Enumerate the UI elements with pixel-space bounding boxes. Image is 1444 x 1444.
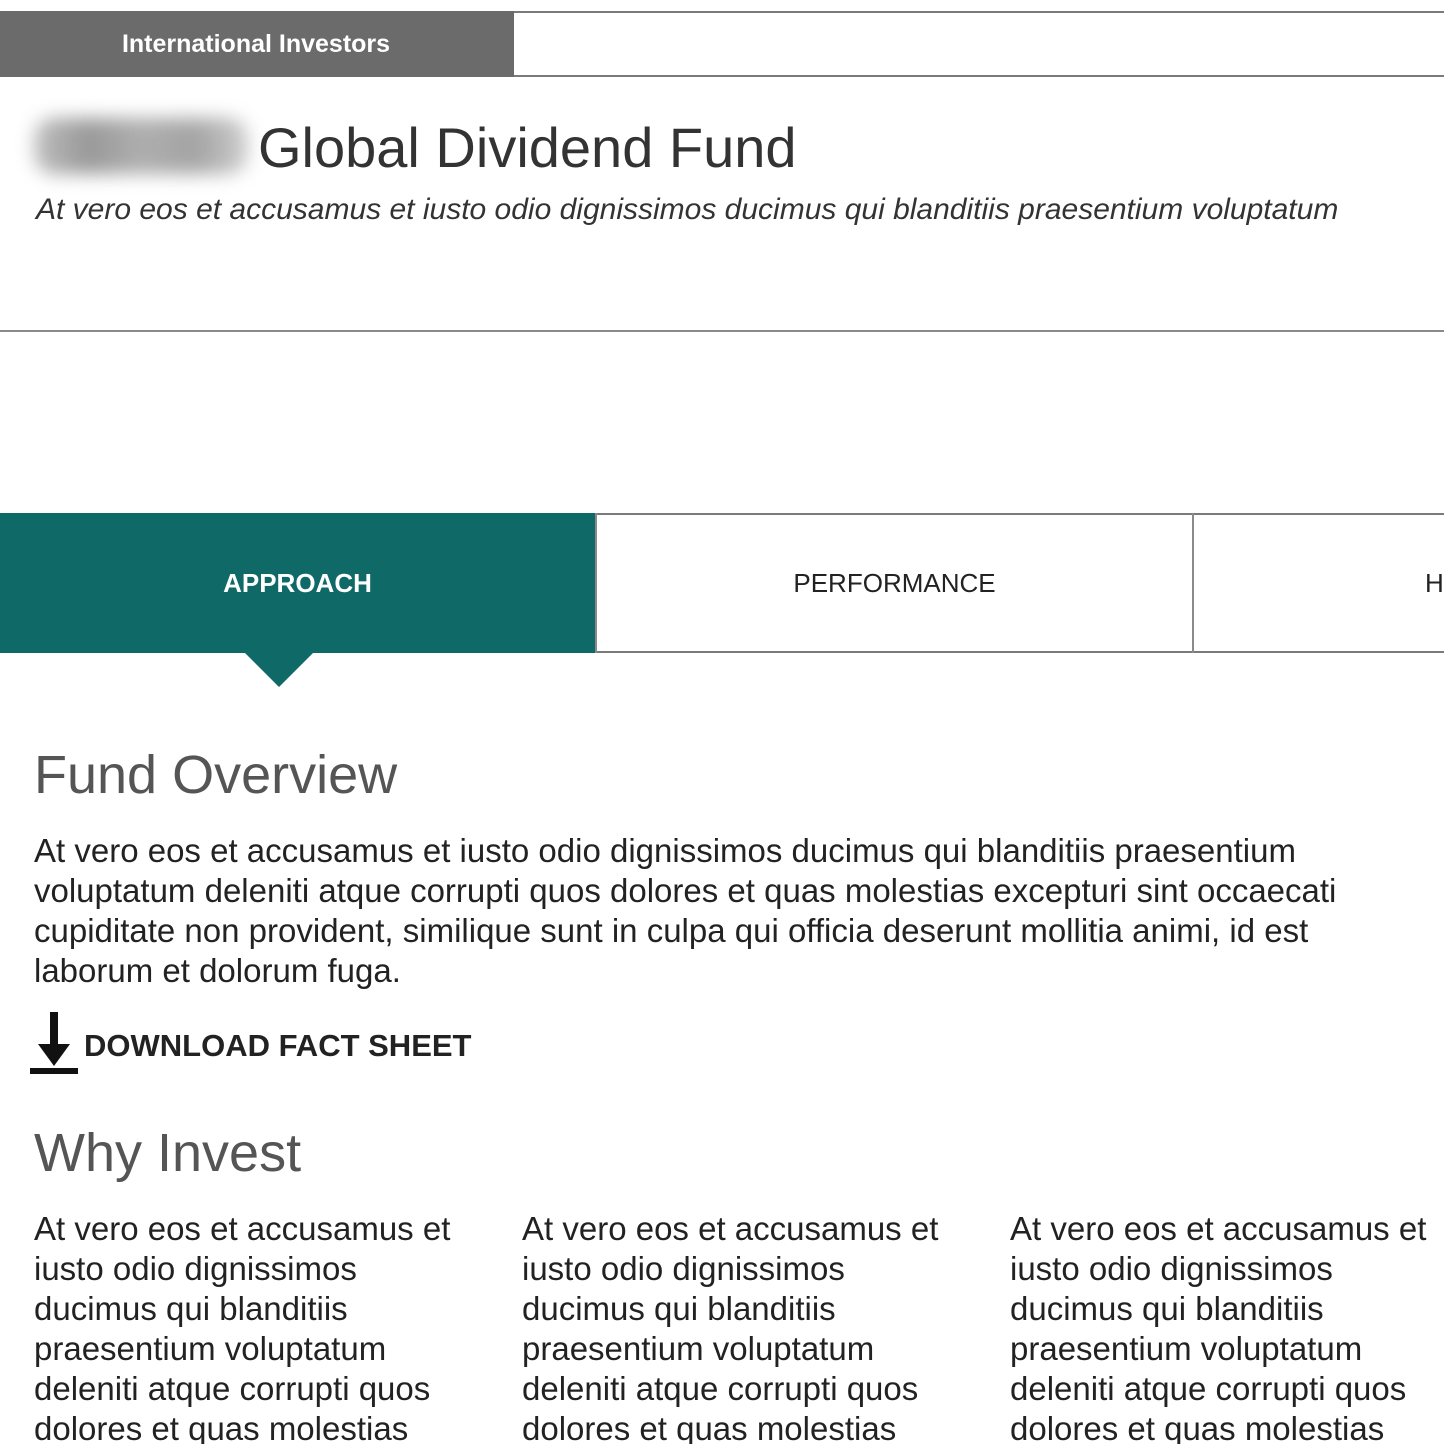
active-tab-pointer (243, 651, 315, 687)
international-investors-tab[interactable]: International Investors (0, 11, 514, 77)
fund-subtitle: At vero eos et accusamus et iusto odio d… (36, 193, 1339, 226)
page: International Investors Global Dividend … (0, 0, 1444, 1444)
tab-approach[interactable]: APPROACH (0, 513, 595, 653)
section-tabs: APPROACH PERFORMANCE H (0, 513, 1444, 653)
company-logo (34, 118, 248, 174)
download-arrow-icon (30, 1012, 78, 1074)
header-divider (0, 330, 1444, 332)
fund-title: Global Dividend Fund (258, 116, 797, 179)
fund-overview-heading: Fund Overview (34, 745, 398, 805)
why-invest-column: At vero eos et accusamus et iusto odio d… (522, 1210, 939, 1444)
why-invest-column: At vero eos et accusamus et iusto odio d… (1010, 1210, 1427, 1444)
download-fact-sheet-link[interactable]: DOWNLOAD FACT SHEET (30, 1012, 472, 1076)
top-bar: International Investors (0, 11, 1444, 77)
tab-holdings[interactable]: H (1194, 513, 1444, 653)
fund-overview-text: At vero eos et accusamus et iusto odio d… (34, 832, 1337, 989)
tab-performance[interactable]: PERFORMANCE (595, 513, 1194, 653)
download-fact-sheet-label: DOWNLOAD FACT SHEET (84, 1028, 472, 1063)
why-invest-column: At vero eos et accusamus et iusto odio d… (34, 1210, 451, 1444)
why-invest-heading: Why Invest (34, 1123, 302, 1183)
